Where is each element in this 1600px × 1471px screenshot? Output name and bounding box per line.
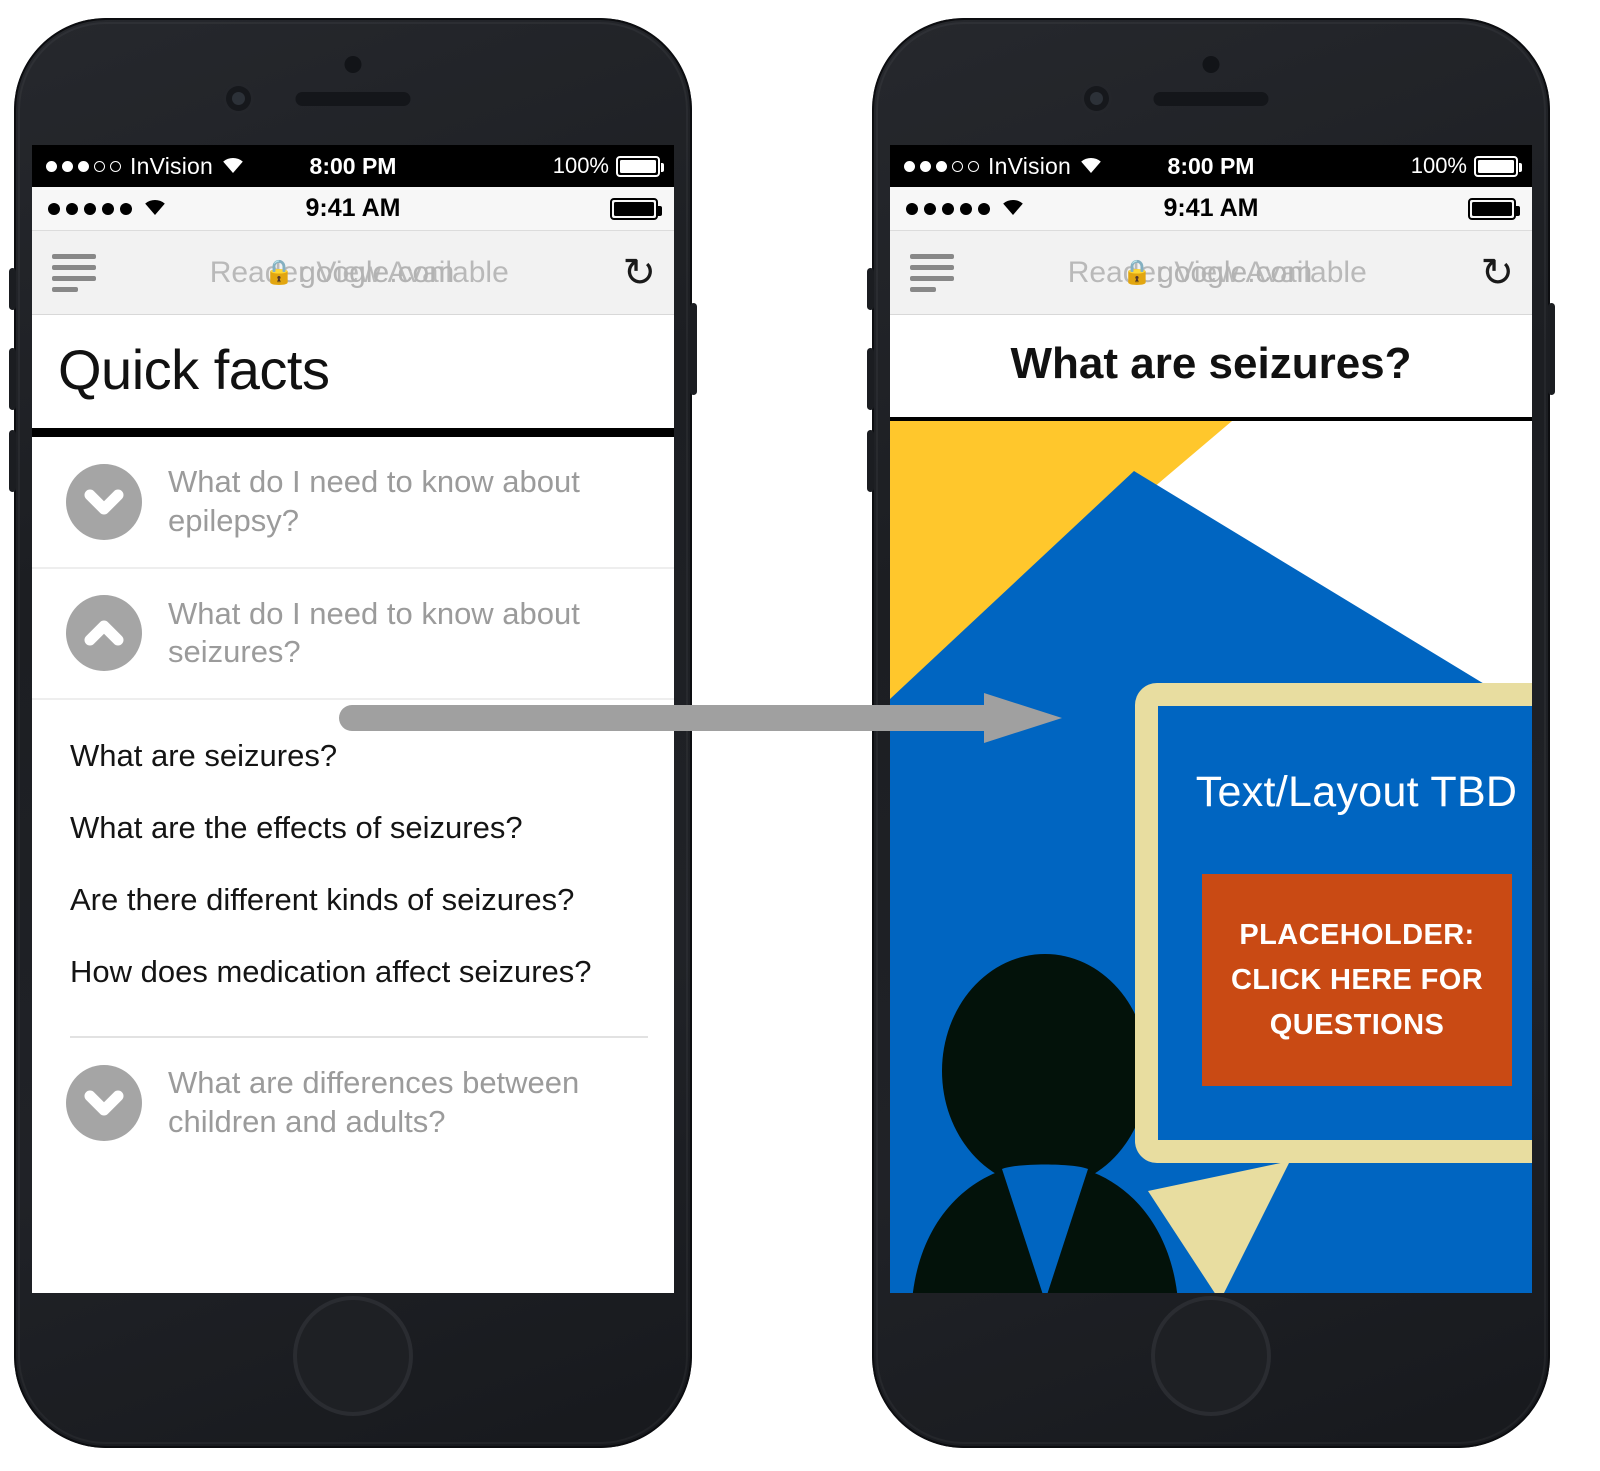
right-arrow-icon — [336, 693, 1062, 743]
chevron-down-icon[interactable] — [66, 463, 142, 540]
reload-icon[interactable]: ↻ — [622, 253, 656, 293]
reader-view-icon[interactable] — [52, 253, 96, 292]
accordion-item-children-adults[interactable]: What are differences between children an… — [32, 1038, 674, 1168]
questions-cta-button[interactable]: PLACEHOLDER: CLICK HERE FOR QUESTIONS — [1202, 874, 1512, 1086]
address-bar[interactable]: Reader View Available 🔒 google.com — [954, 243, 1480, 303]
proximity-sensor-icon — [1202, 56, 1220, 73]
sub-item-kinds-of-seizures[interactable]: Are there different kinds of seizures? — [70, 864, 648, 936]
proximity-sensor-icon — [344, 56, 362, 73]
battery-percent-label: 100% — [1410, 153, 1467, 178]
browser-toolbar: Reader View Available 🔒 google.com ↻ — [32, 231, 674, 315]
power-button[interactable] — [690, 303, 697, 395]
ios-status-bar: 9:41 AM — [890, 187, 1532, 231]
ios-wifi-icon — [142, 196, 168, 221]
address-bar[interactable]: Reader View Available 🔒 google.com — [96, 243, 622, 303]
ios-battery-full-icon — [610, 197, 662, 220]
volume-up-button[interactable] — [867, 348, 874, 410]
invision-clock: 8:00 PM — [309, 152, 397, 179]
site-url-text: google.com — [1157, 255, 1313, 289]
ios-clock: 9:41 AM — [305, 194, 401, 222]
earpiece-speaker — [1153, 92, 1269, 106]
accordion-sub-list: What are seizures? What are the effects … — [32, 700, 674, 1022]
battery-full-icon — [616, 155, 664, 177]
home-button[interactable] — [297, 1300, 409, 1412]
invision-status-bar: InVision 8:00 PM 100% — [32, 145, 674, 187]
cta-line-3: QUESTIONS — [1269, 1008, 1445, 1041]
volume-down-button[interactable] — [867, 430, 874, 492]
sub-item-effects-of-seizures[interactable]: What are the effects of seizures? — [70, 792, 648, 864]
invision-status-bar: InVision 8:00 PM 100% — [890, 145, 1532, 187]
site-url-label: 🔒 google.com — [954, 243, 1480, 303]
ios-signal-icon — [906, 202, 990, 215]
site-url-text: google.com — [299, 255, 455, 289]
carrier-label: InVision — [130, 152, 214, 179]
page-title: What are seizures? — [1010, 339, 1412, 388]
accordion-item-seizures[interactable]: What do I need to know about seizures? — [32, 569, 674, 700]
earpiece-speaker — [295, 92, 411, 106]
screenshot-canvas: InVision 8:00 PM 100% 9:41 AM Reader Vie… — [0, 0, 1600, 1471]
wifi-icon — [1078, 153, 1104, 180]
bubble-heading: Text/Layout TBD — [1195, 768, 1518, 816]
lock-icon: 🔒 — [1122, 259, 1153, 286]
ios-wifi-icon — [1000, 196, 1026, 221]
invision-battery-group: 100% — [552, 153, 664, 179]
browser-toolbar: Reader View Available 🔒 google.com ↻ — [890, 231, 1532, 315]
invision-clock: 8:00 PM — [1167, 152, 1255, 179]
reader-view-icon[interactable] — [910, 253, 954, 292]
ring-switch[interactable] — [867, 268, 874, 310]
sub-item-medication-affect-seizures[interactable]: How does medication affect seizures? — [70, 936, 648, 1008]
speech-bubble-content: Text/Layout TBD PLACEHOLDER: CLICK HERE … — [1158, 706, 1532, 1140]
volume-down-button[interactable] — [9, 430, 16, 492]
accordion-list: What do I need to know about epilepsy? W… — [32, 437, 674, 1168]
chevron-down-icon[interactable] — [66, 1064, 142, 1141]
volume-up-button[interactable] — [9, 348, 16, 410]
front-camera-icon — [1084, 86, 1109, 111]
site-url-label: 🔒 google.com — [96, 243, 622, 303]
home-button[interactable] — [1155, 1300, 1267, 1412]
carrier-label: InVision — [988, 152, 1072, 179]
power-button[interactable] — [1548, 303, 1555, 395]
cta-line-1: PLACEHOLDER: — [1239, 918, 1475, 951]
ios-battery-full-icon — [1468, 197, 1520, 220]
cellular-signal-icon — [46, 160, 121, 172]
accordion-label: What do I need to know about epilepsy? — [168, 464, 580, 538]
battery-percent-label: 100% — [552, 153, 609, 178]
page-header: Quick facts — [32, 315, 674, 437]
front-camera-icon — [226, 86, 251, 111]
battery-full-icon — [1474, 155, 1522, 177]
ring-switch[interactable] — [9, 268, 16, 310]
cta-line-2: CLICK HERE FOR — [1230, 963, 1484, 996]
invision-battery-group: 100% — [1410, 153, 1522, 179]
person-head-icon — [942, 954, 1148, 1188]
page-title: Quick facts — [58, 338, 330, 401]
ios-clock: 9:41 AM — [1163, 194, 1259, 222]
wifi-icon — [220, 153, 246, 180]
chevron-up-icon[interactable] — [66, 595, 142, 672]
accordion-item-epilepsy[interactable]: What do I need to know about epilepsy? — [32, 437, 674, 569]
ios-status-bar: 9:41 AM — [32, 187, 674, 231]
reload-icon[interactable]: ↻ — [1480, 253, 1514, 293]
accordion-label: What are differences between children an… — [168, 1065, 580, 1139]
lock-icon: 🔒 — [264, 259, 295, 286]
ios-signal-icon — [48, 202, 132, 215]
illustration: Text/Layout TBD PLACEHOLDER: CLICK HERE … — [890, 421, 1532, 1293]
cellular-signal-icon — [904, 160, 979, 172]
page-header: What are seizures? — [890, 315, 1532, 421]
accordion-label: What do I need to know about seizures? — [168, 595, 580, 670]
